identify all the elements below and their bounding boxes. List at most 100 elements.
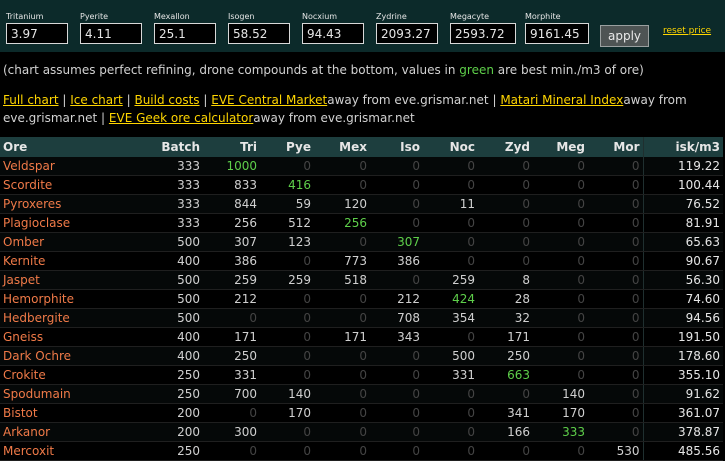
table-cell: 0 bbox=[423, 213, 478, 233]
table-row: Jaspet 500 259 259 518 0 259 8 0 0 56.30 bbox=[0, 270, 723, 290]
isk-per-m3-cell: 65.63 bbox=[642, 232, 723, 252]
table-cell: 416 bbox=[260, 175, 314, 195]
table-cell: 0 bbox=[478, 213, 533, 233]
table-cell: 256 bbox=[203, 213, 260, 233]
table-cell: 500 bbox=[423, 346, 478, 366]
table-cell: 0 bbox=[370, 270, 423, 290]
ore-name-cell: Crokite bbox=[0, 365, 120, 385]
table-cell: 259 bbox=[260, 270, 314, 290]
table-cell: 0 bbox=[203, 403, 260, 423]
price-input-zydrine[interactable] bbox=[376, 23, 438, 44]
table-cell: 500 bbox=[120, 308, 203, 328]
ore-name-cell: Jaspet bbox=[0, 270, 120, 290]
table-cell: 0 bbox=[423, 157, 478, 176]
table-row: Hedbergite 500 0 0 0 708 354 32 0 0 94.56 bbox=[0, 308, 723, 328]
table-cell: 0 bbox=[533, 270, 588, 290]
table-row: Bistot 200 0 170 0 0 0 341 170 0 361.07 bbox=[0, 403, 723, 423]
table-cell: 0 bbox=[370, 441, 423, 461]
table-cell: 500 bbox=[120, 232, 203, 252]
note-text-end: are best min./m3 of ore) bbox=[493, 63, 644, 77]
table-cell: 0 bbox=[370, 194, 423, 214]
ice-chart-link[interactable]: Ice chart bbox=[70, 93, 123, 107]
table-cell: 0 bbox=[588, 403, 643, 423]
table-cell: 166 bbox=[478, 422, 533, 442]
table-cell: 28 bbox=[478, 289, 533, 309]
table-cell: 512 bbox=[260, 213, 314, 233]
link-separator: | bbox=[101, 111, 106, 125]
table-cell: 0 bbox=[588, 175, 643, 195]
table-cell: 307 bbox=[203, 232, 260, 252]
link-separator: | bbox=[62, 93, 67, 107]
table-row: Plagioclase 333 256 512 256 0 0 0 0 0 81.91 bbox=[0, 213, 723, 233]
price-input-isogen[interactable] bbox=[228, 23, 290, 44]
table-cell: 256 bbox=[314, 213, 370, 233]
table-cell: 0 bbox=[370, 384, 423, 404]
link-separator: | bbox=[492, 93, 497, 107]
table-cell: 0 bbox=[588, 157, 643, 176]
table-cell: 200 bbox=[120, 422, 203, 442]
price-label-nocxium: Nocxium bbox=[302, 12, 338, 21]
table-cell: 0 bbox=[533, 157, 588, 176]
price-label-isogen: Isogen bbox=[228, 12, 255, 21]
eve-central-suffix: away from eve.grismar.net bbox=[327, 93, 489, 107]
table-cell: 0 bbox=[260, 308, 314, 328]
price-input-nocxium[interactable] bbox=[302, 23, 364, 44]
table-cell: 0 bbox=[314, 384, 370, 404]
table-cell: 0 bbox=[314, 422, 370, 442]
table-cell: 0 bbox=[260, 441, 314, 461]
isk-per-m3-cell: 355.10 bbox=[642, 365, 723, 385]
table-cell: 663 bbox=[478, 365, 533, 385]
table-cell: 307 bbox=[370, 232, 423, 252]
table-cell: 0 bbox=[260, 346, 314, 366]
table-cell: 0 bbox=[533, 194, 588, 214]
full-chart-link[interactable]: Full chart bbox=[3, 93, 59, 107]
price-label-zydrine: Zydrine bbox=[376, 12, 407, 21]
column-header: Ore bbox=[0, 137, 120, 157]
ore-name-cell: Arkanor bbox=[0, 422, 120, 442]
ore-name-cell: Gneiss bbox=[0, 327, 120, 347]
table-cell: 0 bbox=[588, 251, 643, 271]
chart-note: (chart assumes perfect refining, drone c… bbox=[3, 63, 723, 77]
table-cell: 0 bbox=[314, 289, 370, 309]
table-cell: 386 bbox=[203, 251, 260, 271]
table-cell: 400 bbox=[120, 327, 203, 347]
table-cell: 200 bbox=[120, 403, 203, 423]
ore-name-cell: Bistot bbox=[0, 403, 120, 423]
table-cell: 343 bbox=[370, 327, 423, 347]
table-cell: 0 bbox=[423, 251, 478, 271]
table-cell: 0 bbox=[588, 327, 643, 347]
table-cell: 0 bbox=[314, 365, 370, 385]
price-field-pyerite: Pyerite bbox=[80, 11, 142, 44]
price-input-mexallon[interactable] bbox=[154, 23, 216, 44]
build-costs-link[interactable]: Build costs bbox=[134, 93, 199, 107]
matari-mineral-index-link[interactable]: Matari Mineral Index bbox=[500, 93, 623, 107]
table-cell: 212 bbox=[370, 289, 423, 309]
price-input-pyerite[interactable] bbox=[80, 23, 142, 44]
apply-button[interactable]: apply bbox=[600, 25, 649, 47]
price-input-tritanium[interactable] bbox=[6, 23, 68, 44]
table-row: Spodumain 250 700 140 0 0 0 0 140 0 91.62 bbox=[0, 384, 723, 404]
ore-name-cell: Dark Ochre bbox=[0, 346, 120, 366]
price-input-morphite[interactable] bbox=[525, 23, 589, 44]
reset-price-link[interactable]: reset price bbox=[663, 26, 711, 36]
table-cell: 0 bbox=[314, 157, 370, 176]
eve-central-market-link[interactable]: EVE Central Market bbox=[211, 93, 327, 107]
table-header-row: Ore Batch Tri Pye Mex Iso Noc Zyd Meg Mor isk/m3 bbox=[0, 137, 723, 157]
table-cell: 530 bbox=[588, 441, 643, 461]
table-cell: 0 bbox=[423, 403, 478, 423]
table-cell: 0 bbox=[588, 213, 643, 233]
table-cell: 59 bbox=[260, 194, 314, 214]
table-cell: 386 bbox=[370, 251, 423, 271]
table-cell: 518 bbox=[314, 270, 370, 290]
table-cell: 773 bbox=[314, 251, 370, 271]
table-cell: 0 bbox=[314, 441, 370, 461]
table-cell: 259 bbox=[203, 270, 260, 290]
price-label-morphite: Morphite bbox=[525, 12, 561, 21]
isk-per-m3-cell: 178.60 bbox=[642, 346, 723, 366]
eve-geek-ore-calculator-link[interactable]: EVE Geek ore calculator bbox=[109, 111, 253, 125]
table-cell: 0 bbox=[588, 365, 643, 385]
column-header: Mor bbox=[588, 137, 643, 157]
price-input-megacyte[interactable] bbox=[450, 23, 516, 44]
table-cell: 0 bbox=[423, 422, 478, 442]
table-cell: 0 bbox=[314, 175, 370, 195]
